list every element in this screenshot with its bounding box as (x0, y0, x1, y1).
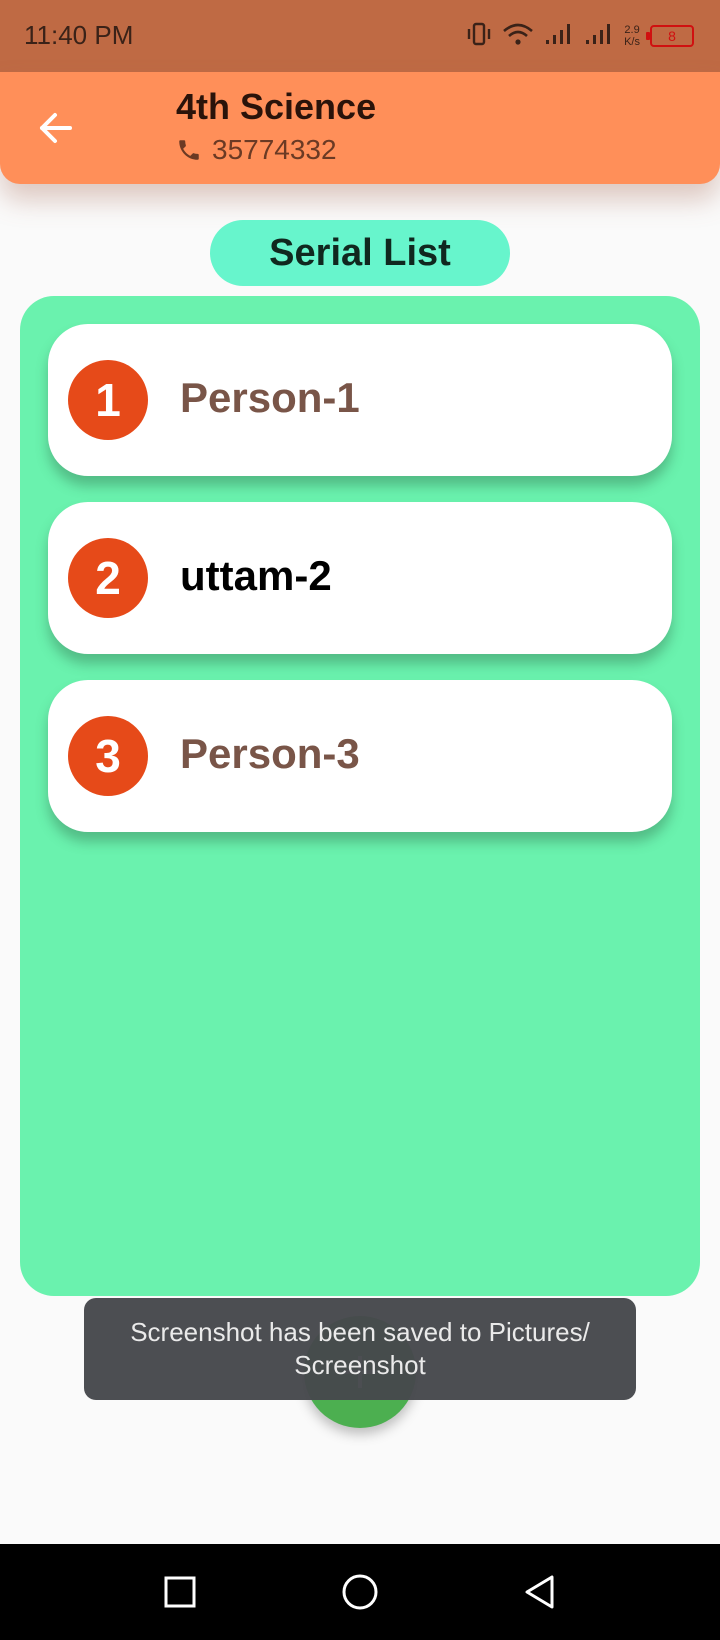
toast-line-1: Screenshot has been saved to Pictures/ (130, 1317, 590, 1347)
status-time: 11:40 PM (24, 20, 134, 50)
phone-number[interactable]: 35774332 (176, 134, 337, 166)
vibrate-icon (466, 22, 492, 51)
toast-line-2: Screenshot (294, 1350, 426, 1380)
nav-back-button[interactable] (516, 1568, 564, 1616)
app-bar: 4th Science 35774332 (0, 72, 720, 184)
battery-level: 8 (668, 28, 676, 44)
phone-icon (179, 140, 199, 160)
list-item[interactable]: 2 uttam-2 (48, 502, 672, 654)
wifi-icon (502, 22, 534, 51)
home-icon (342, 1574, 378, 1610)
serial-number-badge: 3 (68, 716, 148, 796)
screen: 11:40 PM 2.9 K/s 8 4th Science 35774332 … (0, 0, 720, 1640)
list-item[interactable]: 1 Person-1 (48, 324, 672, 476)
list-item[interactable]: 3 Person-3 (48, 680, 672, 832)
phone-text: 35774332 (212, 134, 337, 165)
navigation-bar (0, 1544, 720, 1640)
toast-message: Screenshot has been saved to Pictures/ S… (84, 1298, 636, 1400)
net-speed: 2.9 K/s (624, 24, 640, 48)
net-speed-unit: K/s (624, 36, 640, 48)
back-icon (525, 1575, 554, 1609)
serial-list-panel: 1 Person-1 2 uttam-2 3 Person-3 (20, 296, 700, 1296)
person-name: uttam-2 (180, 552, 332, 599)
status-bar: 11:40 PM 2.9 K/s 8 (0, 0, 720, 72)
status-icons: 2.9 K/s 8 (466, 20, 694, 52)
arrow-left-icon (40, 113, 72, 143)
recent-apps-button[interactable] (156, 1568, 204, 1616)
battery-icon: 8 (646, 25, 694, 47)
serial-list-heading: Serial List (210, 220, 510, 286)
home-button[interactable] (336, 1568, 384, 1616)
serial-number-badge: 2 (68, 538, 148, 618)
page-title: 4th Science (176, 86, 377, 127)
serial-number-badge: 1 (68, 360, 148, 440)
person-name: Person-3 (180, 730, 360, 777)
signal-icon (544, 22, 574, 51)
person-name: Person-1 (180, 374, 360, 421)
back-button[interactable] (30, 102, 82, 154)
net-speed-value: 2.9 (624, 24, 640, 36)
signal-icon (584, 22, 614, 51)
recent-apps-icon (164, 1576, 196, 1608)
